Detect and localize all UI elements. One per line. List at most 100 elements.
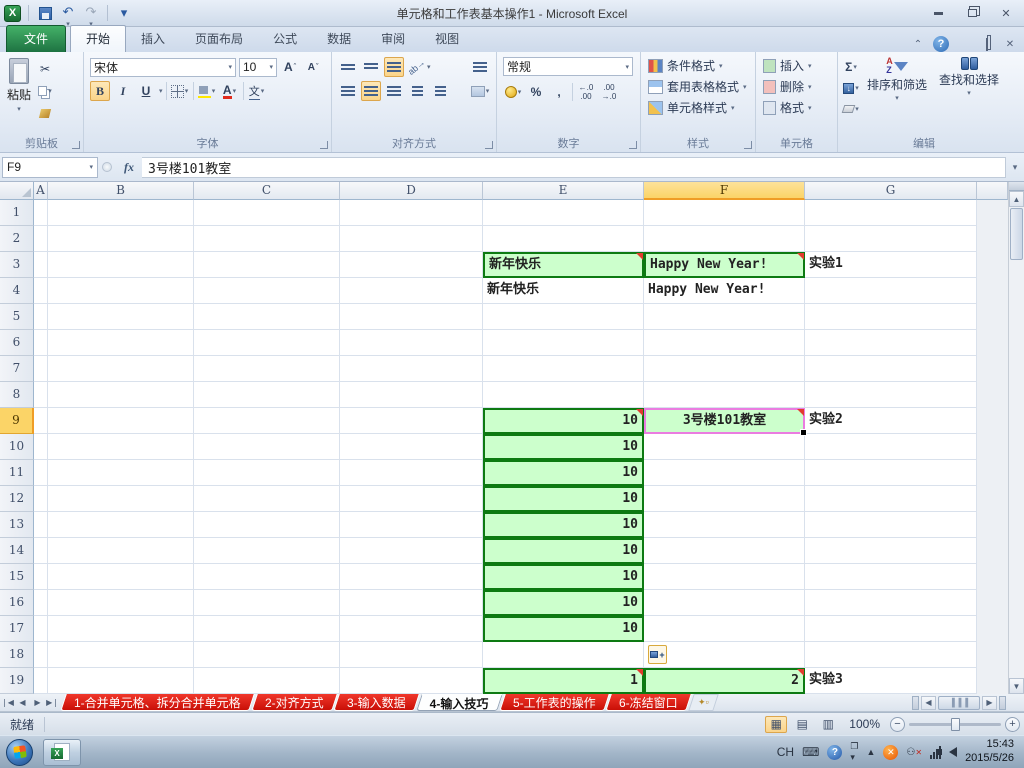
cell-B11[interactable] xyxy=(48,460,194,486)
cell-F4[interactable]: Happy New Year! xyxy=(644,278,805,304)
row-header-8[interactable]: 8 xyxy=(0,382,34,408)
cell-A10[interactable] xyxy=(34,434,48,460)
cell-G2[interactable] xyxy=(805,226,977,252)
row-header-15[interactable]: 15 xyxy=(0,564,34,590)
name-box[interactable]: F9 ▾ xyxy=(2,156,98,178)
styles-menu-item-3[interactable]: 单元格样式 ▾ xyxy=(644,97,752,118)
cell-A8[interactable] xyxy=(34,382,48,408)
cell-F12[interactable] xyxy=(644,486,805,512)
insert-function-button[interactable]: fx xyxy=(116,160,142,175)
cell-B1[interactable] xyxy=(48,200,194,226)
cell-C10[interactable] xyxy=(194,434,340,460)
next-sheet-button[interactable]: ▶ xyxy=(30,694,45,711)
bottom-align-button[interactable] xyxy=(384,57,404,77)
cell-F7[interactable] xyxy=(644,356,805,382)
row-header-16[interactable]: 16 xyxy=(0,590,34,616)
cell-F11[interactable] xyxy=(644,460,805,486)
underline-button[interactable]: U xyxy=(136,81,156,101)
cell-E6[interactable] xyxy=(483,330,644,356)
cell-F2[interactable] xyxy=(644,226,805,252)
cell-G17[interactable] xyxy=(805,616,977,642)
cell-D12[interactable] xyxy=(340,486,483,512)
merge-center-button[interactable]: ▾ xyxy=(470,81,490,101)
sheet-tab-6[interactable]: 6-冻结窗口 xyxy=(605,694,692,711)
alignment-dialog-launcher[interactable] xyxy=(485,141,493,149)
cell-D14[interactable] xyxy=(340,538,483,564)
cell-G19[interactable]: 实验3 xyxy=(805,668,977,694)
cell-G8[interactable] xyxy=(805,382,977,408)
cell-E12[interactable]: 10 xyxy=(483,486,644,512)
cell-A17[interactable] xyxy=(34,616,48,642)
sheet-tab-1[interactable]: 1-合并单元格、拆分合并单元格 xyxy=(60,694,255,711)
sheet-tab-3[interactable]: 3-输入数据 xyxy=(333,694,420,711)
restore-button[interactable] xyxy=(958,4,986,22)
cell-B16[interactable] xyxy=(48,590,194,616)
taskbar-excel-button[interactable] xyxy=(43,738,81,766)
cell-C6[interactable] xyxy=(194,330,340,356)
row-header-7[interactable]: 7 xyxy=(0,356,34,382)
row-header-12[interactable]: 12 xyxy=(0,486,34,512)
cell-E18[interactable] xyxy=(483,642,644,668)
ribbon-tab-7[interactable]: 审阅 xyxy=(366,26,420,52)
cell-A3[interactable] xyxy=(34,252,48,278)
font-size-combo[interactable]: 10 ▾ xyxy=(239,57,277,77)
cell-B3[interactable] xyxy=(48,252,194,278)
cell-E14[interactable]: 10 xyxy=(483,538,644,564)
cells-menu-item-3[interactable]: 格式 ▾ xyxy=(759,97,834,118)
cell-D18[interactable] xyxy=(340,642,483,668)
column-header-G[interactable]: G xyxy=(805,182,977,200)
help-button[interactable]: ? xyxy=(933,36,949,52)
autosum-button[interactable]: Σ ▾ xyxy=(841,57,861,77)
customize-qat-button[interactable]: ▾ xyxy=(115,4,133,22)
row-header-19[interactable]: 19 xyxy=(0,668,34,694)
row-header-4[interactable]: 4 xyxy=(0,278,34,304)
cell-B18[interactable] xyxy=(48,642,194,668)
cell-F16[interactable] xyxy=(644,590,805,616)
cell-A5[interactable] xyxy=(34,304,48,330)
cell-A11[interactable] xyxy=(34,460,48,486)
page-layout-view-button[interactable]: ▤ xyxy=(791,716,813,733)
volume-icon[interactable] xyxy=(938,747,958,757)
cell-C14[interactable] xyxy=(194,538,340,564)
keyboard-layout-icon[interactable]: ⌨ xyxy=(802,745,819,759)
cell-C13[interactable] xyxy=(194,512,340,538)
cell-C16[interactable] xyxy=(194,590,340,616)
start-button[interactable] xyxy=(6,738,33,766)
excel-app-icon[interactable]: X xyxy=(4,4,21,22)
row-header-1[interactable]: 1 xyxy=(0,200,34,226)
cell-C2[interactable] xyxy=(194,226,340,252)
fill-color-button[interactable]: ▾ xyxy=(197,81,217,101)
last-sheet-button[interactable]: ▶❘ xyxy=(45,694,60,711)
cell-A2[interactable] xyxy=(34,226,48,252)
cell-A19[interactable] xyxy=(34,668,48,694)
orientation-button[interactable]: ab→ ▾ xyxy=(406,57,431,77)
cell-C12[interactable] xyxy=(194,486,340,512)
cell-A18[interactable] xyxy=(34,642,48,668)
cell-G18[interactable] xyxy=(805,642,977,668)
previous-sheet-button[interactable]: ◀ xyxy=(15,694,30,711)
align-center-button[interactable] xyxy=(361,81,381,101)
normal-view-button[interactable]: ▦ xyxy=(765,715,788,733)
number-dialog-launcher[interactable] xyxy=(629,141,637,149)
cell-C5[interactable] xyxy=(194,304,340,330)
cell-F19[interactable]: 2 xyxy=(644,668,805,694)
cell-F6[interactable] xyxy=(644,330,805,356)
cell-E8[interactable] xyxy=(483,382,644,408)
find-select-button[interactable]: 查找和选择 ▾ xyxy=(933,55,1005,119)
row-header-14[interactable]: 14 xyxy=(0,538,34,564)
cell-C9[interactable] xyxy=(194,408,340,434)
font-color-button[interactable]: A ▾ xyxy=(220,81,240,101)
cell-D6[interactable] xyxy=(340,330,483,356)
save-button[interactable] xyxy=(36,4,54,22)
column-header-B[interactable]: B xyxy=(48,182,194,200)
row-header-5[interactable]: 5 xyxy=(0,304,34,330)
cell-B7[interactable] xyxy=(48,356,194,382)
cell-G7[interactable] xyxy=(805,356,977,382)
cell-C11[interactable] xyxy=(194,460,340,486)
cell-A4[interactable] xyxy=(34,278,48,304)
cell-G10[interactable] xyxy=(805,434,977,460)
column-header-A[interactable]: A xyxy=(34,182,48,200)
cell-E9[interactable]: 10 xyxy=(483,408,644,434)
row-header-10[interactable]: 10 xyxy=(0,434,34,460)
workbook-restore-button[interactable] xyxy=(979,37,995,51)
